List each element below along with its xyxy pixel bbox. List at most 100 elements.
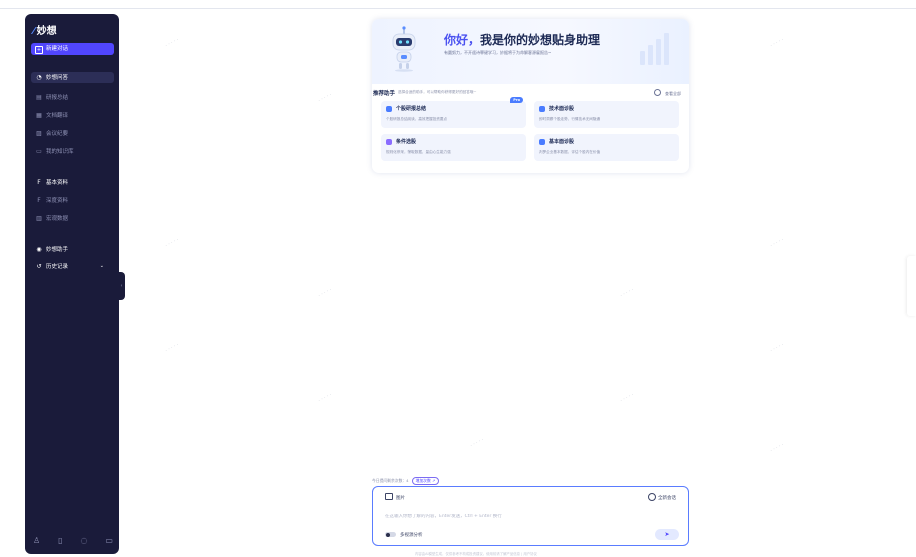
fundamental-analysis-icon xyxy=(539,139,545,145)
sidebar-item-label: 妙想助手 xyxy=(46,247,69,253)
send-icon: ➤ xyxy=(664,531,670,538)
sidebar-item-basic-info[interactable]: F 基本资料 xyxy=(31,177,114,188)
disclaimer: 内容由AI模型生成，仅供参考不构成投资建议。使用前请了解产品信息 | 用户协议 xyxy=(415,552,537,556)
new-chat-button[interactable]: + 新建对话 xyxy=(31,43,114,55)
chevron-down-icon: ⌄ xyxy=(99,263,104,269)
watermark: · · · · · xyxy=(317,91,333,105)
quota-info: 今日提问剩余次数：4 增加次数 ↗ xyxy=(372,477,440,485)
sidebar-item-minutes[interactable]: ▨ 会议纪要 xyxy=(31,128,114,139)
quota-label: 今日提问剩余次数：4 xyxy=(372,478,409,483)
monitor-icon[interactable]: ▭ xyxy=(105,536,113,545)
new-session-button[interactable]: 全新会话 xyxy=(648,493,676,501)
attach-image-button[interactable]: 图片 xyxy=(385,493,405,501)
hero-banner: 你好，我是你的妙想贴身助理 有圆努力，不开遥诗罪键学习，妙据将于为命解客源雇报告… xyxy=(372,19,689,84)
hero-title: 你好，我是你的妙想贴身助理 xyxy=(444,31,600,48)
assistant-card-technical[interactable]: 技术面诊股 即时洞察个股走势，行情技术无间隐通 xyxy=(534,101,679,128)
right-side-panel-handle[interactable] xyxy=(907,256,916,316)
assistant-card-title: 个股研报总结 xyxy=(396,106,427,112)
f10-icon: F xyxy=(37,179,41,186)
attach-image-label: 图片 xyxy=(396,496,405,501)
multi-source-toggle[interactable]: 多视源分析 xyxy=(385,532,423,538)
send-button[interactable]: ➤ xyxy=(655,529,679,540)
watermark: · · · · · xyxy=(317,286,333,300)
view-all-label: 查看全部 xyxy=(665,91,681,96)
decorative-chart-icon xyxy=(640,33,669,65)
watermark: · · · · · xyxy=(619,391,635,405)
translate-icon: ▦ xyxy=(36,112,42,119)
sidebar: ⁄ 妙想 + 新建对话 ◔ 妙想问答 ▤ 研报总结 ▦ 文档翻译 ▨ 会议纪要 ▭ 我的知识库… xyxy=(25,14,119,554)
prompt-input[interactable] xyxy=(385,514,635,519)
assistant-card-desc: 判罗企业基本数据，评估个股内在价值 xyxy=(539,150,601,154)
watermark: · · · · · xyxy=(317,391,333,405)
image-icon xyxy=(385,493,393,500)
view-all-link[interactable]: 查看全部 xyxy=(654,89,681,97)
assistant-card-desc: 即时洞察个股走势，行情技术无间隐通 xyxy=(539,117,601,121)
welcome-card: 你好，我是你的妙想贴身助理 有圆努力，不开遥诗罪键学习，妙据将于为命解客源雇报告… xyxy=(372,19,689,173)
app-logo[interactable]: ⁄ 妙想 xyxy=(33,22,57,37)
new-chat-label: 新建对话 xyxy=(46,46,69,52)
watermark: · · · · · xyxy=(164,236,180,250)
sidebar-item-label: 基本资料 xyxy=(46,180,69,186)
plus-icon: + xyxy=(35,46,43,54)
user-icon[interactable]: ♙ xyxy=(33,536,40,545)
assistant-icon: ◉ xyxy=(36,246,42,253)
assistant-card-fundamental[interactable]: 基本面诊股 判罗企业基本数据，评估个股内在价值 xyxy=(534,134,679,161)
sidebar-collapse-handle[interactable]: ‹ xyxy=(118,272,125,300)
sidebar-item-label: 历史记录 xyxy=(46,264,69,270)
phone-icon[interactable]: ▯ xyxy=(58,536,62,545)
recommend-title: 推荐助手 xyxy=(373,91,396,97)
f9-icon: F xyxy=(37,197,41,204)
hero-subtitle: 有圆努力，不开遥诗罪键学习，妙据将于为命解客源雇报告~ xyxy=(444,50,552,55)
watermark: · · · · · xyxy=(769,36,785,50)
watermark: · · · · · xyxy=(164,36,180,50)
sidebar-item-label: 妙想问答 xyxy=(46,75,69,81)
sidebar-item-label: 深度资料 xyxy=(46,198,69,204)
watermark: · · · · · xyxy=(469,436,485,450)
sidebar-item-report-summary[interactable]: ▤ 研报总结 xyxy=(31,92,114,103)
recommend-note: 选择合适的助手，可以帮助你获得更好的回答哦~ xyxy=(398,90,477,94)
assistant-card-desc: 规则化停采，筛取数据，量由心生能力强 xyxy=(386,150,451,154)
chat-composer: 图片 全新会话 多视源分析 ➤ xyxy=(372,486,689,546)
sidebar-item-label: 宏观数据 xyxy=(46,216,69,222)
watermark: · · · · · xyxy=(769,441,785,455)
assistant-card-title: 技术面诊股 xyxy=(549,106,575,112)
report-summary-icon xyxy=(386,106,392,112)
chat-icon: ◔ xyxy=(36,74,42,81)
sidebar-footer: ♙ ▯ ◌ ▭ xyxy=(33,536,113,545)
hero-title-main: 我是你的妙想贴身助理 xyxy=(480,33,601,47)
toggle-switch[interactable] xyxy=(385,532,396,537)
sidebar-item-assistant[interactable]: ◉ 妙想助手 xyxy=(31,244,114,255)
watermark: · · · · · xyxy=(769,236,785,250)
sidebar-item-label: 研报总结 xyxy=(46,95,69,101)
top-divider xyxy=(0,8,916,9)
minutes-icon: ▨ xyxy=(36,130,42,137)
assistant-card-report-summary[interactable]: 个股研报总结 个股研报总结阅读，高效把握投资要点 Pro xyxy=(381,97,526,128)
sidebar-item-label: 我的知识库 xyxy=(46,149,74,155)
report-icon: ▤ xyxy=(36,94,42,101)
sidebar-item-translate[interactable]: ▦ 文档翻译 xyxy=(31,110,114,121)
sidebar-item-label: 会议纪要 xyxy=(46,131,69,137)
folder-icon: ▭ xyxy=(36,148,42,155)
watermark: · · · · · xyxy=(619,286,635,300)
sidebar-item-qa[interactable]: ◔ 妙想问答 xyxy=(31,72,114,83)
watermark: · · · · · xyxy=(164,341,180,355)
assistant-card-stock-screener[interactable]: 条件选股 规则化停采，筛取数据，量由心生能力强 xyxy=(381,134,526,161)
sidebar-item-deep-info[interactable]: F 深度资料 xyxy=(31,195,114,206)
hero-title-greeting: 你好， xyxy=(444,33,481,47)
app-name: 妙想 xyxy=(36,26,57,37)
assistant-card-title: 基本面诊股 xyxy=(549,139,575,145)
add-quota-link[interactable]: 增加次数 ↗ xyxy=(411,477,440,485)
sidebar-item-macro-data[interactable]: ▥ 宏观数据 xyxy=(31,213,114,224)
assistant-card-title: 条件选股 xyxy=(396,139,417,145)
sidebar-item-label: 文档翻译 xyxy=(46,113,69,119)
technical-analysis-icon xyxy=(539,106,545,112)
sidebar-item-history[interactable]: ↺ 历史记录 ⌄ xyxy=(31,261,114,272)
new-session-label: 全新会话 xyxy=(658,496,676,501)
location-icon[interactable]: ◌ xyxy=(80,536,87,545)
stock-screener-icon xyxy=(386,139,392,145)
sidebar-item-knowledge-base[interactable]: ▭ 我的知识库 xyxy=(31,146,114,157)
assistant-card-desc: 个股研报总结阅读，高效把握投资要点 xyxy=(386,117,448,121)
pro-badge: Pro xyxy=(510,97,523,103)
watermark: · · · · · xyxy=(769,341,785,355)
logo-mark-icon: ⁄ xyxy=(33,26,35,37)
